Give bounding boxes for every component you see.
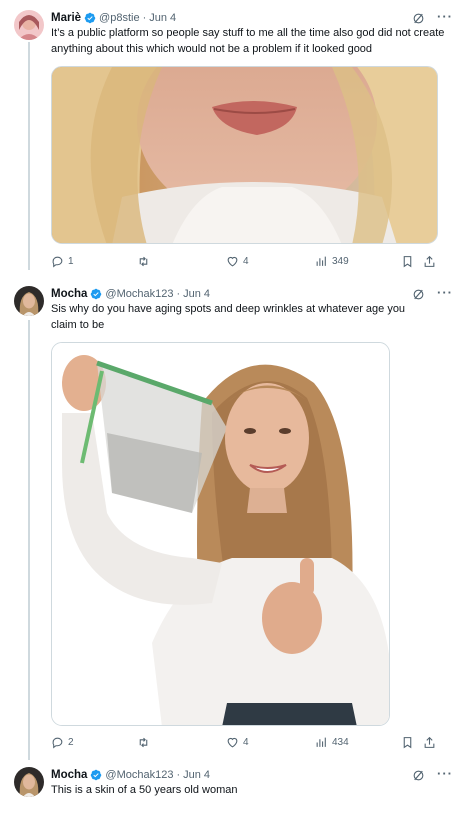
tweet-2[interactable]: Mocha @Mochak123 · Jun 4 ··· Sis why do …: [0, 285, 469, 752]
author-handle[interactable]: @Mochak123: [105, 769, 173, 781]
like-count: 4: [243, 737, 249, 748]
author-handle[interactable]: @Mochak123: [105, 288, 173, 300]
tweet-1[interactable]: Mariè @p8stie · Jun 4 ··· It’s a public …: [0, 9, 469, 272]
views-icon: [316, 256, 326, 266]
share-icon: [424, 255, 435, 267]
tweet-3[interactable]: Mocha @Mochak123 · Jun 4 ··· This is a s…: [0, 766, 469, 813]
tweet-actions: 2 4 434: [51, 736, 451, 750]
share-button[interactable]: [423, 736, 436, 749]
views-count: 349: [332, 256, 349, 267]
retweet-button[interactable]: [137, 736, 154, 749]
separator-dot: ·: [176, 769, 181, 781]
reply-count: 2: [68, 737, 74, 748]
more-icon[interactable]: ···: [437, 285, 453, 300]
tweet-text: Sis why do you have aging spots and deep…: [51, 303, 406, 331]
reply-button[interactable]: 2: [51, 736, 74, 749]
separator-dot: ·: [176, 288, 181, 300]
avatar-marie[interactable]: [14, 10, 44, 40]
grok-icon[interactable]: [412, 288, 425, 301]
reply-icon: [52, 256, 63, 268]
separator-dot: ·: [142, 12, 147, 24]
avatar-mocha[interactable]: [14, 767, 44, 797]
views-count: 434: [332, 737, 349, 748]
verified-badge-icon: [84, 12, 96, 24]
reply-count: 1: [68, 256, 74, 267]
author-name[interactable]: Mocha: [51, 288, 87, 300]
grok-icon[interactable]: [412, 12, 425, 25]
tweet-date[interactable]: Jun 4: [149, 12, 176, 24]
author-name[interactable]: Mariè: [51, 12, 81, 24]
bookmark-icon: [403, 256, 412, 268]
author-name[interactable]: Mocha: [51, 769, 87, 781]
tweet-image[interactable]: [51, 66, 438, 244]
verified-badge-icon: [91, 769, 102, 781]
views-icon: [316, 737, 326, 747]
tweet-date[interactable]: Jun 4: [183, 769, 210, 781]
retweet-button[interactable]: [137, 255, 154, 268]
like-icon: [227, 737, 238, 748]
grok-icon[interactable]: [412, 769, 425, 782]
tweet-text: This is a skin of a 50 years old woman: [51, 784, 238, 796]
bookmark-button[interactable]: [401, 736, 414, 749]
avatar-mocha[interactable]: [14, 286, 44, 316]
reply-icon: [52, 737, 63, 749]
tweet-actions: 1 4 349: [51, 255, 451, 269]
more-icon[interactable]: ···: [437, 9, 453, 24]
tweet-feed: Mariè @p8stie · Jun 4 ··· It’s a public …: [0, 0, 469, 813]
like-button[interactable]: 4: [226, 736, 249, 749]
tweet-date[interactable]: Jun 4: [183, 288, 210, 300]
tweet-image[interactable]: [51, 342, 390, 726]
views-button[interactable]: 349: [315, 255, 349, 268]
like-button[interactable]: 4: [226, 255, 249, 268]
share-button[interactable]: [423, 255, 436, 268]
views-button[interactable]: 434: [315, 736, 349, 749]
share-icon: [424, 736, 435, 748]
bookmark-button[interactable]: [401, 255, 414, 268]
bookmark-icon: [403, 737, 412, 749]
reply-button[interactable]: 1: [51, 255, 74, 268]
more-icon[interactable]: ···: [437, 766, 453, 781]
like-icon: [227, 256, 238, 267]
retweet-icon: [139, 256, 148, 267]
retweet-icon: [139, 737, 148, 748]
tweet-text: It’s a public platform so people say stu…: [51, 27, 445, 55]
like-count: 4: [243, 256, 249, 267]
author-handle[interactable]: @p8stie: [99, 12, 140, 24]
verified-badge-icon: [91, 288, 102, 300]
